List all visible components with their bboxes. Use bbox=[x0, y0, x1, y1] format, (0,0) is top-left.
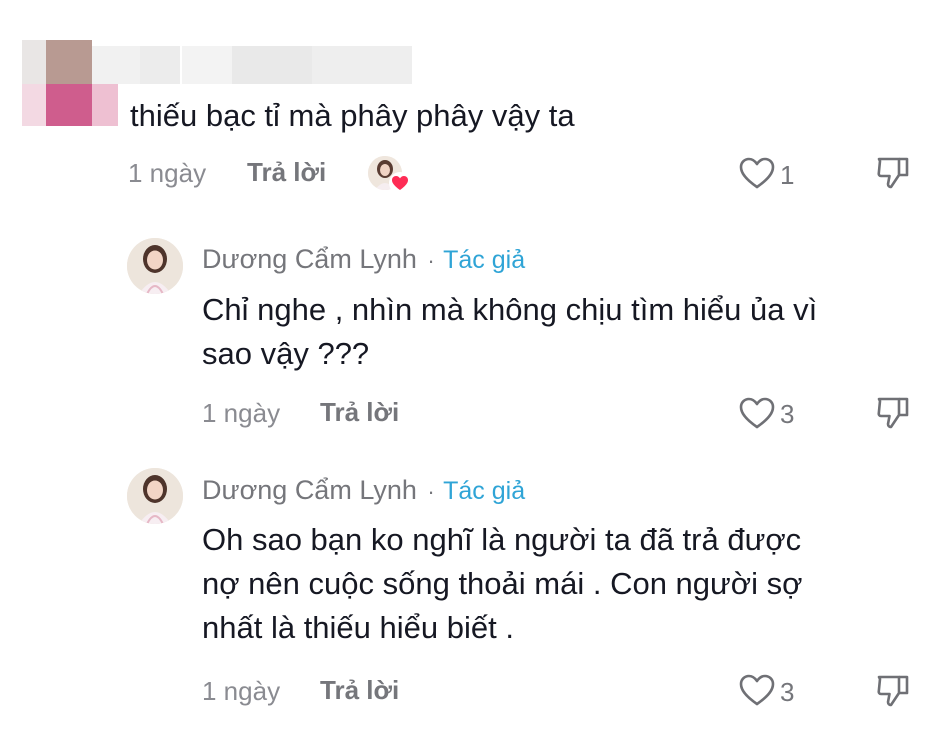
separator-dot: · bbox=[427, 248, 435, 273]
like-count: 1 bbox=[780, 160, 795, 190]
author-name[interactable]: Dương Cẩm Lynh bbox=[202, 244, 417, 274]
heart-outline-icon[interactable] bbox=[738, 673, 776, 712]
reply-text-line: nhất là thiếu hiểu biết . bbox=[202, 610, 514, 645]
author-badge: Tác giả bbox=[443, 477, 526, 505]
comment-text: thiếu bạc tỉ mà phây phây vậy ta bbox=[130, 98, 575, 133]
reply-time: 1 ngày bbox=[202, 676, 281, 706]
author-name[interactable]: Dương Cẩm Lynh bbox=[202, 475, 417, 505]
like-count: 3 bbox=[780, 677, 795, 707]
separator-dot: · bbox=[427, 479, 435, 504]
like-count: 3 bbox=[780, 399, 795, 429]
reply-button[interactable]: Trả lời bbox=[320, 675, 399, 706]
thumbs-down-icon[interactable] bbox=[875, 155, 911, 196]
thumbs-down-icon[interactable] bbox=[875, 395, 911, 436]
reply-text: Oh sao bạn ko nghĩ là người ta đã trả đư… bbox=[202, 518, 802, 650]
thumbs-down-icon[interactable] bbox=[875, 673, 911, 714]
reply-text: Chỉ nghe , nhìn mà không chịu tìm hiểu ủ… bbox=[202, 288, 817, 376]
reply-text-line: sao vậy ??? bbox=[202, 336, 370, 371]
reply-header: Dương Cẩm Lynh · Tác giả bbox=[202, 475, 525, 506]
reply-header: Dương Cẩm Lynh · Tác giả bbox=[202, 244, 525, 275]
heart-outline-icon[interactable] bbox=[738, 396, 776, 435]
author-avatar[interactable] bbox=[127, 238, 183, 294]
reply-text-line: nợ nên cuộc sống thoải mái . Con người s… bbox=[202, 566, 803, 601]
reply-text-line: Chỉ nghe , nhìn mà không chịu tìm hiểu ủ… bbox=[202, 292, 818, 327]
heart-outline-icon[interactable] bbox=[738, 156, 776, 195]
author-avatar[interactable] bbox=[127, 468, 183, 524]
reply-text-line: Oh sao bạn ko nghĩ là người ta đã trả đư… bbox=[202, 522, 802, 557]
reply-button[interactable]: Trả lời bbox=[247, 157, 326, 188]
creator-liked-heart-icon bbox=[388, 172, 412, 194]
reply-button[interactable]: Trả lời bbox=[320, 397, 399, 428]
author-badge: Tác giả bbox=[443, 246, 526, 274]
reply-time: 1 ngày bbox=[202, 398, 281, 428]
comment-time: 1 ngày bbox=[128, 158, 207, 188]
